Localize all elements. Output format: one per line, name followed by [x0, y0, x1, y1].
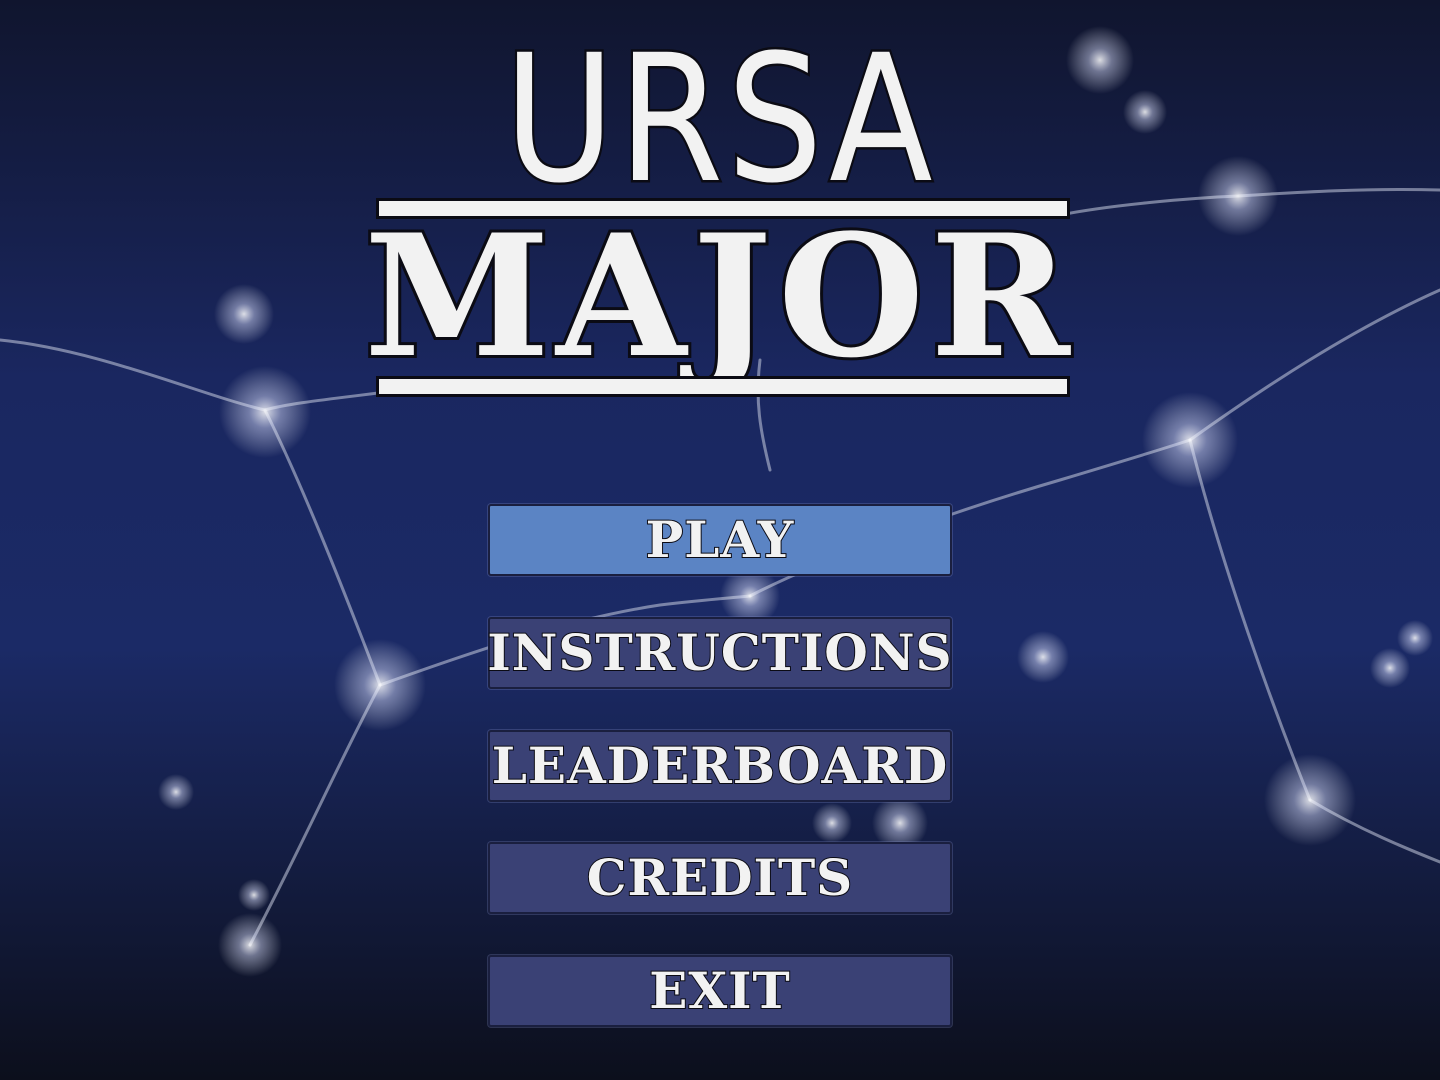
star: [1370, 648, 1410, 688]
star: [812, 803, 852, 843]
play-button-label: PLAY: [645, 510, 795, 569]
credits-button-label: CREDITS: [586, 848, 854, 907]
star: [1264, 754, 1356, 846]
leaderboard-button[interactable]: LEADERBOARD: [488, 730, 952, 802]
exit-button[interactable]: EXIT: [488, 955, 952, 1027]
star: [1142, 392, 1238, 488]
play-button[interactable]: PLAY: [488, 504, 952, 576]
star: [158, 774, 194, 810]
title-bottom-rule: [376, 376, 1070, 397]
star: [218, 913, 282, 977]
title-ursa: URSA: [502, 17, 937, 222]
star: [1017, 631, 1069, 683]
star: [238, 879, 270, 911]
instructions-button-label: INSTRUCTIONS: [486, 623, 953, 682]
leaderboard-button-label: LEADERBOARD: [491, 736, 949, 795]
credits-button[interactable]: CREDITS: [488, 842, 952, 914]
star: [334, 639, 426, 731]
star: [1397, 620, 1433, 656]
title-major: MAJOR: [361, 197, 1076, 395]
instructions-button[interactable]: INSTRUCTIONS: [486, 617, 953, 689]
exit-button-label: EXIT: [648, 961, 791, 1020]
